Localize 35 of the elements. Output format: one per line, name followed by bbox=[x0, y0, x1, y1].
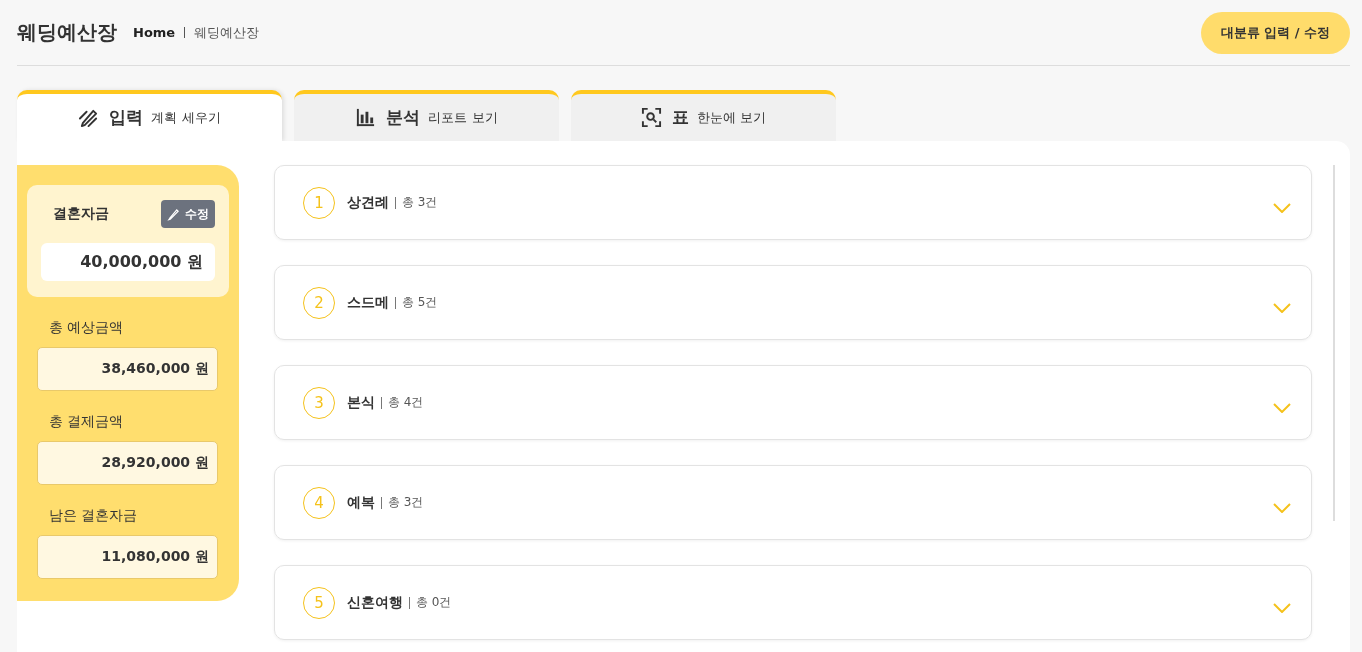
scan-search-icon bbox=[640, 107, 662, 128]
summary-amount-field: 38,460,000 원 bbox=[37, 347, 218, 391]
tab[interactable]: 입력 계획 세우기 bbox=[17, 90, 282, 141]
item-count: 총 5건 bbox=[402, 294, 438, 311]
summary-amount-field: 28,920,000 원 bbox=[37, 441, 218, 485]
category-item[interactable]: 1 상견례 총 3건 bbox=[274, 165, 1312, 240]
category-edit-button[interactable]: 대분류 입력 / 수정 bbox=[1200, 11, 1350, 54]
summary-label: 남은 결혼자금 bbox=[49, 507, 139, 525]
category-name: 본식 bbox=[347, 393, 375, 412]
category-item[interactable]: 2 스드메 총 5건 bbox=[274, 265, 1312, 340]
category-item[interactable]: 4 예복 총 3건 bbox=[274, 465, 1312, 540]
fund-amount-field[interactable]: 40,000,000 원 bbox=[41, 243, 215, 281]
fund-label: 결혼자금 bbox=[53, 205, 109, 223]
category-name: 예복 bbox=[347, 493, 375, 512]
summary-label: 총 예상금액 bbox=[49, 319, 125, 337]
pencil-icon bbox=[167, 207, 180, 221]
category-name: 상견례 bbox=[347, 193, 389, 212]
summary-amount-field: 11,080,000 원 bbox=[37, 535, 218, 579]
tab[interactable]: 표 한눈에 보기 bbox=[571, 90, 836, 141]
category-name: 스드메 bbox=[347, 293, 389, 312]
item-count: 총 0건 bbox=[416, 594, 452, 611]
category-name: 신혼여행 bbox=[347, 593, 403, 612]
edit-button[interactable]: 수정 bbox=[161, 200, 215, 228]
breadcrumb-link[interactable]: 웨딩예산장 bbox=[194, 23, 260, 42]
page-title: 웨딩예산장 bbox=[17, 19, 117, 46]
breadcrumb-link[interactable]: Home bbox=[133, 25, 176, 40]
category-item[interactable]: 5 신혼여행 총 0건 bbox=[274, 565, 1312, 640]
summary-label: 총 결제금액 bbox=[49, 413, 125, 431]
category-item[interactable]: 3 본식 총 4건 bbox=[274, 365, 1312, 440]
pencil-icon bbox=[78, 107, 100, 128]
bar-chart-icon bbox=[355, 107, 377, 128]
tab[interactable]: 분석 리포트 보기 bbox=[294, 90, 559, 141]
item-count: 총 3건 bbox=[402, 194, 438, 211]
item-count: 총 3건 bbox=[388, 494, 424, 511]
item-count: 총 4건 bbox=[388, 394, 424, 411]
